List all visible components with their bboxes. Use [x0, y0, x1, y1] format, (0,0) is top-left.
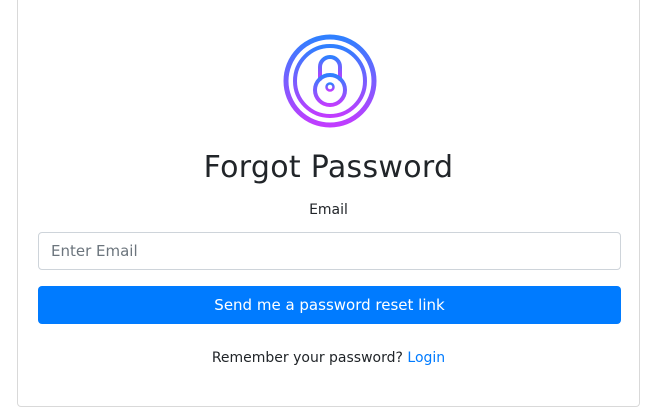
send-reset-link-button[interactable]: Send me a password reset link: [38, 286, 621, 324]
forgot-password-card: Forgot Password Email Send me a password…: [17, 0, 640, 407]
login-link[interactable]: Login: [407, 350, 445, 366]
email-label: Email: [309, 202, 348, 218]
page-title: Forgot Password: [203, 150, 454, 185]
padlock-icon: [282, 33, 378, 129]
email-field[interactable]: [38, 232, 621, 270]
remember-password-text: Remember your password?: [211, 350, 408, 366]
remember-password-row: Remember your password? Login: [18, 350, 639, 366]
